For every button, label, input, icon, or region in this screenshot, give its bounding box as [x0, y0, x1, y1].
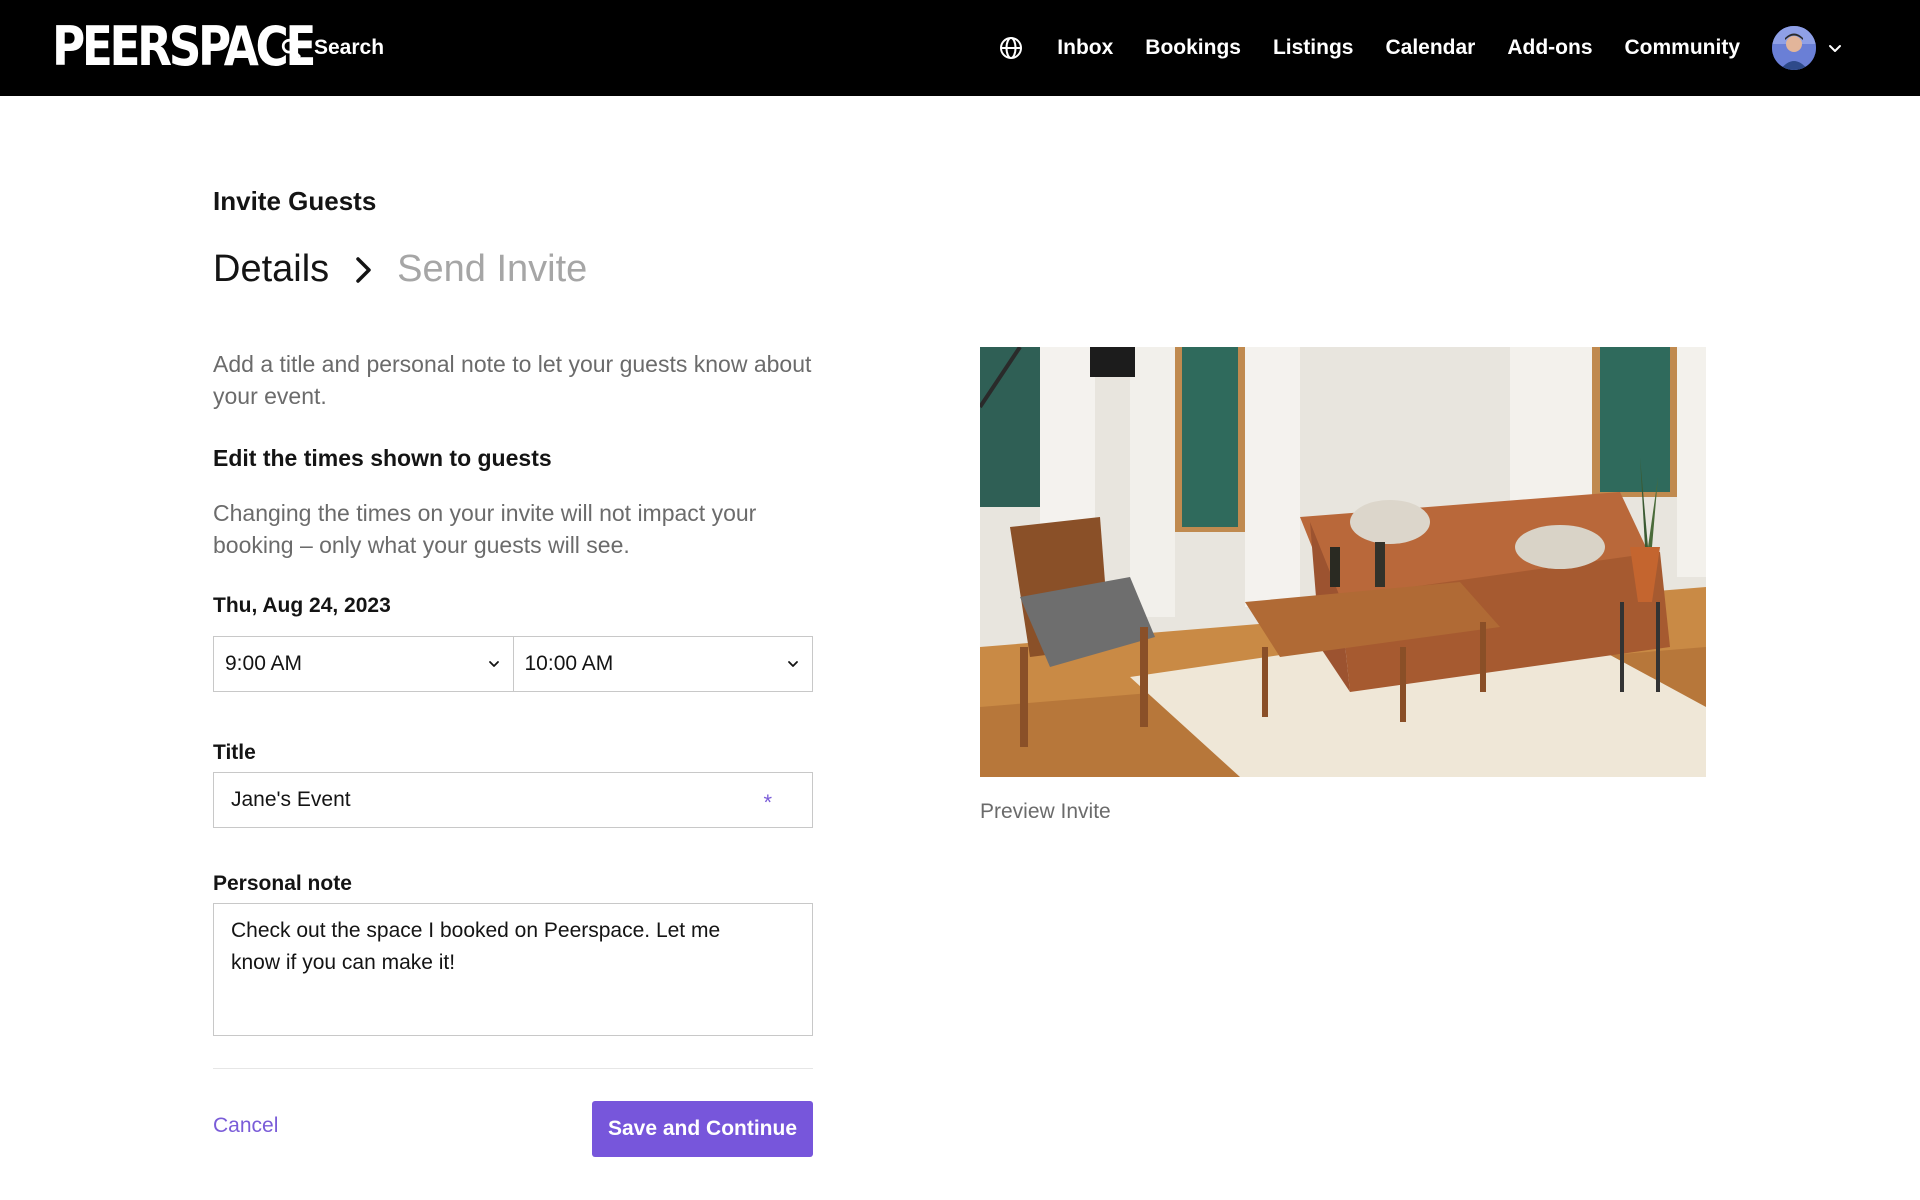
- event-date: Thu, Aug 24, 2023: [213, 594, 391, 617]
- chevron-right-icon: [343, 250, 383, 290]
- nav-link-bookings[interactable]: Bookings: [1145, 36, 1241, 60]
- search-button[interactable]: Search: [280, 30, 384, 66]
- cancel-button[interactable]: Cancel: [213, 1114, 278, 1138]
- times-description: Changing the times on your invite will n…: [213, 500, 757, 558]
- title-label: Title: [213, 741, 256, 764]
- start-time-value: 9:00 AM: [225, 652, 303, 675]
- intro-text: Add a title and personal note to let you…: [213, 351, 812, 409]
- nav-menu: Inbox Bookings Listings Calendar Add-ons…: [998, 22, 1844, 74]
- title-value: Jane's Event: [231, 788, 351, 811]
- nav-link-add-ons[interactable]: Add-ons: [1507, 36, 1592, 60]
- step-send-invite[interactable]: Send Invite: [397, 248, 587, 291]
- start-time-select[interactable]: 9:00 AM: [213, 636, 514, 692]
- end-time-value: 10:00 AM: [524, 652, 614, 675]
- avatar: [1772, 26, 1816, 70]
- top-navigation: PEERSPACE Search Inbox Bookings Listings…: [0, 0, 1920, 96]
- save-and-continue-button[interactable]: Save and Continue: [592, 1101, 813, 1157]
- title-input[interactable]: Jane's Event *: [213, 772, 813, 828]
- globe-icon[interactable]: [998, 35, 1024, 61]
- chevron-down-icon: [1826, 39, 1844, 57]
- personal-note-label: Personal note: [213, 872, 352, 895]
- times-heading: Edit the times shown to guests: [213, 445, 552, 471]
- search-icon: [280, 37, 302, 59]
- chevron-down-icon: [487, 657, 501, 671]
- step-details: Details: [213, 248, 330, 290]
- nav-link-community[interactable]: Community: [1625, 36, 1741, 60]
- nav-link-calendar[interactable]: Calendar: [1385, 36, 1475, 60]
- personal-note-value: Check out the space I booked on Peerspac…: [231, 919, 721, 974]
- page-title: Invite Guests: [213, 186, 377, 216]
- space-preview-image: [980, 347, 1706, 777]
- divider: [213, 1068, 813, 1069]
- end-time-select[interactable]: 10:00 AM: [513, 636, 813, 692]
- peerspace-logo[interactable]: PEERSPACE: [52, 20, 316, 74]
- step-breadcrumb: Details Send Invite: [213, 248, 587, 291]
- personal-note-textarea[interactable]: Check out the space I booked on Peerspac…: [213, 903, 813, 1036]
- preview-invite-link[interactable]: Preview Invite: [980, 800, 1111, 824]
- account-menu-button[interactable]: [1772, 26, 1844, 70]
- required-marker: *: [763, 790, 772, 815]
- search-label: Search: [314, 36, 385, 59]
- nav-link-inbox[interactable]: Inbox: [1057, 36, 1113, 60]
- nav-link-listings[interactable]: Listings: [1273, 36, 1354, 60]
- time-range: 9:00 AM 10:00 AM: [213, 636, 813, 692]
- chevron-down-icon: [786, 657, 800, 671]
